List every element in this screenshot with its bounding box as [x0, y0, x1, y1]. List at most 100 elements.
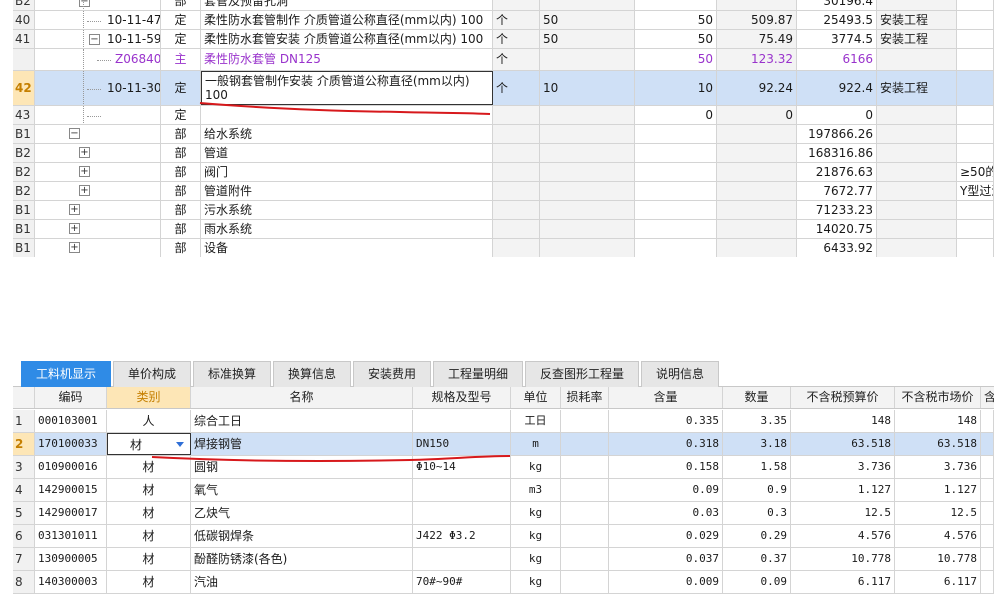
tab-unit-price-composition[interactable]: 单价构成: [113, 361, 191, 387]
upper-grid-row[interactable]: B1 − 部给水系统 197866.26: [13, 125, 994, 144]
upper-cell-price[interactable]: 0: [717, 106, 797, 124]
upper-cell-name[interactable]: 污水系统: [201, 201, 493, 219]
lower-cell-unit[interactable]: kg: [511, 548, 561, 570]
upper-cell-category[interactable]: [877, 182, 957, 200]
header-content[interactable]: 含量: [609, 387, 723, 408]
lower-cell-code[interactable]: 142900015: [35, 479, 107, 501]
tab-conversion-info[interactable]: 换算信息: [273, 361, 351, 387]
upper-cell-code[interactable]: +: [35, 239, 161, 257]
lower-cell-spec[interactable]: [413, 502, 511, 524]
upper-cell-type[interactable]: 部: [161, 144, 201, 162]
upper-cell-type[interactable]: 部: [161, 0, 201, 10]
upper-grid-row[interactable]: 41 10-11-59− 定柔性防水套管安装 介质管道公称直径(mm以内) 100 个…: [13, 30, 994, 49]
upper-cell-unit[interactable]: [493, 239, 540, 257]
lower-cell-code[interactable]: 031301011: [35, 525, 107, 547]
lower-cell-code[interactable]: 142900017: [35, 502, 107, 524]
upper-cell-name[interactable]: 柔性防水套管安装 介质管道公称直径(mm以内) 100: [201, 30, 493, 48]
lower-cell-market[interactable]: 10.778: [895, 548, 981, 570]
upper-cell-unit[interactable]: [493, 163, 540, 181]
upper-cell-note[interactable]: [957, 11, 994, 29]
lower-cell-content[interactable]: 0.037: [609, 548, 723, 570]
upper-grid-row[interactable]: 43 定 0 0 0: [13, 106, 994, 125]
upper-cell-type[interactable]: 定: [161, 11, 201, 29]
upper-cell-category[interactable]: [877, 0, 957, 10]
lower-cell-loss[interactable]: [561, 502, 609, 524]
upper-cell-note[interactable]: Y型过滤器: [957, 182, 994, 200]
lower-cell-cat[interactable]: 材: [107, 502, 191, 524]
upper-cell-qty[interactable]: [635, 125, 717, 143]
lower-cell-extra[interactable]: [981, 502, 994, 524]
lower-cell-unit[interactable]: kg: [511, 456, 561, 478]
upper-grid-row[interactable]: B2 + 部阀门 21876.63 ≥50的阀: [13, 163, 994, 182]
upper-cell-expr[interactable]: [540, 0, 635, 10]
lower-cell-extra[interactable]: [981, 525, 994, 547]
lower-cell-code[interactable]: 000103001: [35, 410, 107, 432]
upper-cell-unit[interactable]: [493, 144, 540, 162]
upper-cell-qty[interactable]: 50: [635, 30, 717, 48]
lower-cell-qty[interactable]: 3.35: [723, 410, 791, 432]
upper-cell-name[interactable]: 设备: [201, 239, 493, 257]
lower-cell-name[interactable]: 汽油: [191, 571, 413, 593]
lower-grid-row[interactable]: 8 140300003 材汽油 70#~90# kg 0.009 0.09 6.117 6.11…: [13, 571, 994, 594]
upper-cell-name[interactable]: 管道附件: [201, 182, 493, 200]
upper-cell-expr[interactable]: [540, 163, 635, 181]
tree-collapse-icon[interactable]: −: [89, 33, 100, 45]
upper-cell-unit[interactable]: 个: [493, 71, 540, 105]
header-category[interactable]: 类别: [107, 387, 191, 408]
lower-cell-content[interactable]: 0.335: [609, 410, 723, 432]
upper-cell-price[interactable]: [717, 201, 797, 219]
lower-cell-extra[interactable]: [981, 548, 994, 570]
upper-cell-type[interactable]: 部: [161, 201, 201, 219]
lower-cell-loss[interactable]: [561, 548, 609, 570]
upper-cell-name[interactable]: [201, 106, 493, 124]
upper-cell-expr[interactable]: [540, 182, 635, 200]
upper-cell-expr[interactable]: [540, 144, 635, 162]
lower-cell-name[interactable]: 酚醛防锈漆(各色): [191, 548, 413, 570]
upper-cell-code[interactable]: −: [35, 125, 161, 143]
lower-cell-budget[interactable]: 12.5: [791, 502, 895, 524]
lower-cell-code[interactable]: 010900016: [35, 456, 107, 478]
tree-expand-icon[interactable]: +: [69, 223, 80, 234]
header-spec[interactable]: 规格及型号: [413, 387, 511, 408]
lower-cell-loss[interactable]: [561, 433, 609, 455]
upper-cell-total[interactable]: 7672.77: [797, 182, 877, 200]
lower-cell-unit[interactable]: m3: [511, 479, 561, 501]
upper-cell-expr[interactable]: 50: [540, 30, 635, 48]
lower-cell-budget[interactable]: 148: [791, 410, 895, 432]
upper-cell-name[interactable]: 套管及预留孔洞: [201, 0, 493, 10]
tree-collapse-icon[interactable]: −: [79, 0, 90, 7]
upper-cell-category[interactable]: [877, 220, 957, 238]
upper-cell-expr[interactable]: [540, 239, 635, 257]
header-market-price[interactable]: 不含税市场价: [895, 387, 981, 408]
upper-cell-qty[interactable]: 0: [635, 106, 717, 124]
category-select[interactable]: 材: [107, 433, 191, 455]
upper-cell-name[interactable]: 给水系统: [201, 125, 493, 143]
lower-cell-cat[interactable]: 材: [107, 548, 191, 570]
upper-grid-row[interactable]: B1 + 部设备 6433.92: [13, 239, 994, 258]
chevron-down-icon[interactable]: [176, 442, 184, 447]
upper-cell-unit[interactable]: [493, 220, 540, 238]
header-name[interactable]: 名称: [191, 387, 413, 408]
upper-cell-code[interactable]: +: [35, 182, 161, 200]
lower-cell-cat[interactable]: 材: [107, 525, 191, 547]
upper-cell-category[interactable]: [877, 201, 957, 219]
upper-cell-qty[interactable]: [635, 163, 717, 181]
upper-cell-price[interactable]: 75.49: [717, 30, 797, 48]
upper-cell-note[interactable]: [957, 239, 994, 257]
lower-cell-content[interactable]: 0.09: [609, 479, 723, 501]
upper-cell-total[interactable]: 0: [797, 106, 877, 124]
upper-cell-qty[interactable]: 50: [635, 49, 717, 70]
lower-cell-unit[interactable]: kg: [511, 571, 561, 593]
lower-cell-spec[interactable]: Φ10~14: [413, 456, 511, 478]
lower-cell-market[interactable]: 12.5: [895, 502, 981, 524]
lower-cell-budget[interactable]: 3.736: [791, 456, 895, 478]
lower-cell-name[interactable]: 低碳钢焊条: [191, 525, 413, 547]
tree-collapse-icon[interactable]: −: [69, 128, 80, 139]
upper-cell-code[interactable]: +: [35, 163, 161, 181]
upper-cell-total[interactable]: 71233.23: [797, 201, 877, 219]
lower-cell-budget[interactable]: 1.127: [791, 479, 895, 501]
upper-grid-row[interactable]: B2 + 部管道 168316.86: [13, 144, 994, 163]
upper-cell-code[interactable]: −: [35, 0, 161, 10]
upper-cell-type[interactable]: 定: [161, 106, 201, 124]
lower-cell-qty[interactable]: 0.3: [723, 502, 791, 524]
